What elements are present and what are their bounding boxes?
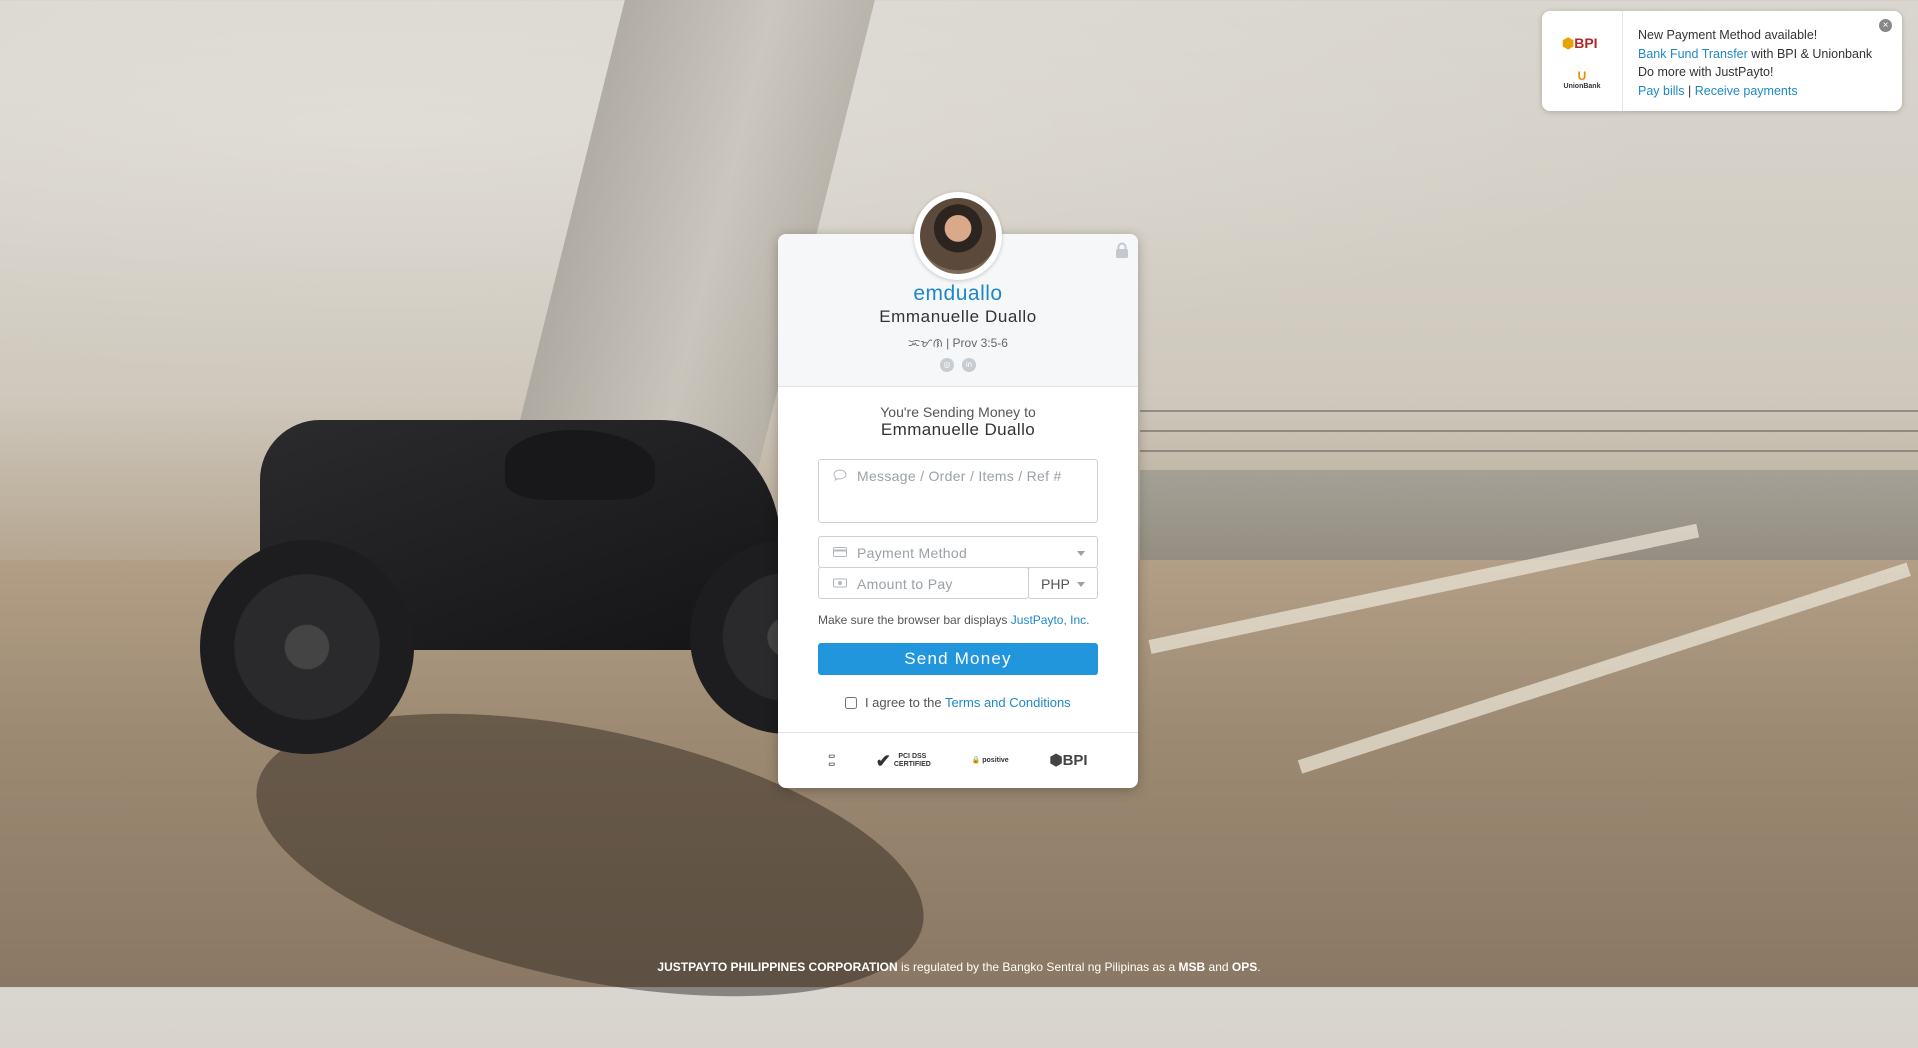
regulatory-footer: JUSTPAYTO PHILIPPINES CORPORATION is reg…	[0, 960, 1918, 974]
pci-line1: PCI DSS	[898, 752, 927, 760]
amount-placeholder: Amount to Pay	[857, 576, 953, 592]
bpi-badge: ⬢BPI	[1049, 751, 1088, 769]
notice-text: Make sure the browser bar displays	[818, 613, 1008, 627]
currency-value: PHP	[1041, 576, 1070, 592]
notification-tagline: Do more with JustPayto!	[1638, 65, 1774, 79]
background-railing	[1140, 430, 1918, 432]
notification-logos: ⬢BPI U UnionBank	[1542, 11, 1623, 111]
pci-line2: CERTIFIED	[893, 760, 931, 768]
footer-msb: MSB	[1178, 960, 1206, 974]
background-railing	[1140, 410, 1918, 412]
linkedin-icon[interactable]: in	[962, 358, 976, 372]
terms-agreement: I agree to the Terms and Conditions	[778, 695, 1138, 710]
profile-header: emduallo Emmanuelle Duallo ᜁᜋᜈ | Prov 3:…	[778, 192, 1138, 387]
payment-card: emduallo Emmanuelle Duallo ᜁᜋᜈ | Prov 3:…	[778, 192, 1138, 788]
pay-bills-link[interactable]: Pay bills	[1638, 84, 1685, 98]
security-badges: ▭ ▭ ✔ PCI DSS CERTIFIED 🔒 positive ⬢BPI	[778, 732, 1138, 788]
credit-card-icon	[833, 547, 847, 557]
browser-bar-notice: Make sure the browser bar displays JustP…	[818, 613, 1089, 627]
footer-text: is regulated by the Bangko Sentral ng Pi…	[897, 960, 1179, 974]
bank-fund-transfer-link[interactable]: Bank Fund Transfer	[1638, 47, 1748, 61]
currency-select[interactable]: PHP	[1028, 567, 1098, 599]
profile-full-name: Emmanuelle Duallo	[879, 307, 1037, 326]
social-links: ◎ in	[778, 358, 1138, 372]
instagram-icon[interactable]: ◎	[940, 358, 954, 372]
footer-ops: OPS	[1231, 960, 1258, 974]
footer-and: and	[1205, 960, 1232, 974]
motorcycle-rear-wheel	[200, 540, 414, 754]
footer-end: .	[1257, 960, 1261, 974]
background-railing	[1140, 450, 1918, 452]
mastercard-securecode-badge: ▭ ▭	[828, 752, 835, 768]
profile-username: emduallo	[913, 282, 1003, 305]
message-placeholder: Message / Order / Items / Ref #	[857, 468, 1062, 484]
unionbank-logo: U UnionBank	[1563, 69, 1601, 90]
notification-text: New Payment Method available! Bank Fund …	[1638, 26, 1872, 100]
positive-label: positive	[982, 756, 1009, 764]
receive-payments-link[interactable]: Receive payments	[1695, 84, 1798, 98]
chevron-down-icon	[1077, 551, 1085, 556]
send-money-button[interactable]: Send Money	[818, 643, 1098, 675]
bpi-badge-label: BPI	[1062, 751, 1088, 769]
message-icon	[833, 469, 847, 481]
avatar	[920, 198, 996, 274]
notification-banks: with BPI & Unionbank	[1747, 46, 1873, 61]
terms-checkbox[interactable]	[845, 697, 858, 709]
recipient-name: Emmanuelle Duallo	[880, 420, 1036, 439]
sending-label: You're Sending Money to	[880, 404, 1036, 420]
payment-method-select[interactable]: Payment Method	[818, 536, 1098, 568]
profile-bio: ᜁᜋᜈ | Prov 3:5-6	[908, 336, 1008, 350]
bpi-logo: ⬢BPI	[1562, 35, 1598, 51]
payment-method-placeholder: Payment Method	[857, 545, 968, 561]
checkmark-icon: ✔	[875, 750, 891, 771]
pci-dss-badge: ✔ PCI DSS CERTIFIED	[876, 752, 931, 770]
money-icon	[833, 578, 847, 588]
close-icon[interactable]: ×	[1879, 19, 1892, 32]
notification-headline: New Payment Method available!	[1638, 28, 1818, 42]
agree-text: I agree to the	[864, 695, 942, 710]
avatar-frame	[914, 192, 1002, 280]
lock-icon	[1116, 242, 1128, 258]
chevron-down-icon	[1077, 582, 1085, 587]
terms-link[interactable]: Terms and Conditions	[945, 695, 1071, 710]
amount-field[interactable]: Amount to Pay	[818, 567, 1029, 599]
payment-method-notification: ⬢BPI U UnionBank New Payment Method avail…	[1542, 11, 1902, 111]
footer-company: JUSTPAYTO PHILIPPINES CORPORATION	[657, 960, 898, 974]
justpayto-link[interactable]: JustPayto, Inc.	[1011, 613, 1090, 627]
positive-ssl-badge: 🔒 positive	[971, 756, 1009, 764]
link-separator: |	[1684, 83, 1695, 98]
message-field[interactable]: Message / Order / Items / Ref #	[818, 459, 1098, 523]
